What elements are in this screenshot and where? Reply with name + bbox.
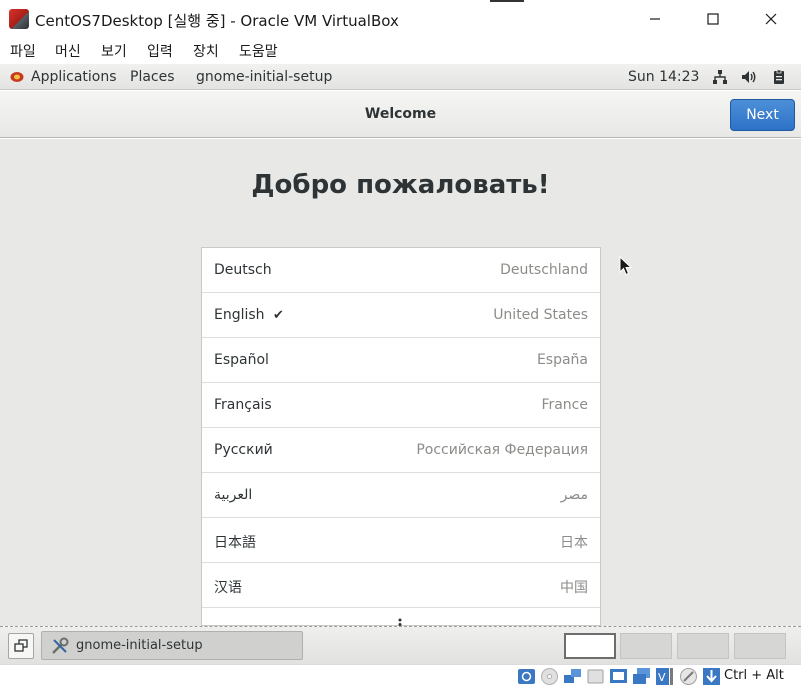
show-desktop-icon (14, 639, 28, 652)
active-app-label[interactable]: gnome-initial-setup (196, 69, 332, 85)
svg-text:V: V (658, 671, 666, 684)
next-button[interactable]: Next (730, 99, 795, 131)
optical-drive-icon[interactable] (540, 667, 559, 686)
places-menu[interactable]: Places (130, 69, 175, 85)
check-icon: ✔ (273, 308, 284, 323)
menu-help[interactable]: 도움말 (239, 41, 278, 61)
mouse-integration-icon[interactable] (679, 667, 698, 686)
usb-icon[interactable] (586, 667, 605, 686)
display-icon[interactable] (632, 667, 651, 686)
language-region: Российская Федерация (416, 442, 588, 458)
workspace-2[interactable] (620, 633, 672, 659)
window-title: CentOS7Desktop [실행 중] - Oracle VM Virtua… (35, 12, 399, 30)
network-icon[interactable] (712, 69, 728, 85)
menu-input[interactable]: 입력 (147, 41, 173, 61)
virtualbox-app-icon (9, 9, 29, 29)
language-region: Deutschland (500, 262, 588, 278)
minimize-button[interactable] (632, 4, 678, 34)
language-row-deutsch[interactable]: Deutsch Deutschland (202, 248, 600, 293)
language-name: Deutsch (214, 262, 272, 278)
menu-file[interactable]: 파일 (10, 41, 36, 61)
maximize-button[interactable] (690, 4, 736, 34)
close-icon (765, 13, 777, 25)
language-name: العربية (214, 487, 253, 503)
menu-devices[interactable]: 장치 (193, 41, 219, 61)
language-name: Español (214, 352, 269, 368)
workspace-3[interactable] (677, 633, 729, 659)
language-row-russian[interactable]: Русский Российская Федерация (202, 428, 600, 473)
applications-menu[interactable]: Applications (31, 69, 117, 85)
language-region: France (541, 397, 588, 413)
window-titlebar: CentOS7Desktop [실행 중] - Oracle VM Virtua… (0, 0, 801, 38)
language-row-francais[interactable]: Français France (202, 383, 600, 428)
language-name: Русский (214, 442, 273, 458)
video-capture-icon[interactable]: V (655, 667, 674, 686)
language-list[interactable]: Deutsch Deutschland English ✔ United Sta… (201, 247, 601, 626)
close-button[interactable] (748, 4, 794, 34)
page-title: Welcome (364, 106, 437, 122)
language-region: United States (493, 307, 588, 323)
workspace-1[interactable] (564, 633, 616, 659)
host-menubar: 파일 머신 보기 입력 장치 도움말 (0, 38, 801, 64)
language-region: مصر (560, 487, 588, 503)
workspace-4[interactable] (734, 633, 786, 659)
menu-machine[interactable]: 머신 (55, 41, 81, 61)
taskbar-item-label: gnome-initial-setup (76, 638, 203, 653)
clipboard-icon[interactable] (771, 69, 787, 85)
language-row-espanol[interactable]: Español España (202, 338, 600, 383)
host-key-label: Ctrl + Alt (724, 668, 784, 683)
clock[interactable]: Sun 14:23 (628, 69, 699, 85)
tools-icon (52, 637, 69, 654)
menu-view[interactable]: 보기 (101, 41, 127, 61)
welcome-heading: Добро пожаловать! (251, 170, 550, 200)
language-row-english[interactable]: English ✔ United States (202, 293, 600, 338)
language-region: España (536, 352, 588, 368)
applications-icon (10, 72, 24, 82)
more-languages-icon[interactable] (398, 618, 402, 626)
language-name: 汉语 (214, 580, 242, 596)
language-row-arabic[interactable]: العربية مصر (202, 473, 600, 518)
show-desktop-button[interactable] (8, 633, 34, 659)
host-key-arrow-icon[interactable] (702, 667, 721, 686)
language-name: 日本語 (214, 535, 256, 551)
window-top-strip (490, 0, 524, 2)
language-region: 日本 (560, 535, 588, 551)
shared-folder-icon[interactable] (609, 667, 628, 686)
language-row-japanese[interactable]: 日本語 日本 (202, 518, 600, 563)
volume-icon[interactable] (741, 69, 757, 85)
language-name: English (214, 307, 265, 323)
language-name: Français (214, 397, 272, 413)
language-region: 中国 (560, 580, 588, 596)
language-row-chinese[interactable]: 汉语 中国 (202, 563, 600, 608)
mouse-pointer-icon (619, 256, 633, 276)
minimize-icon (650, 18, 660, 20)
maximize-icon (707, 13, 719, 25)
network-adapter-icon[interactable] (563, 667, 582, 686)
hard-disk-icon[interactable] (517, 667, 536, 686)
